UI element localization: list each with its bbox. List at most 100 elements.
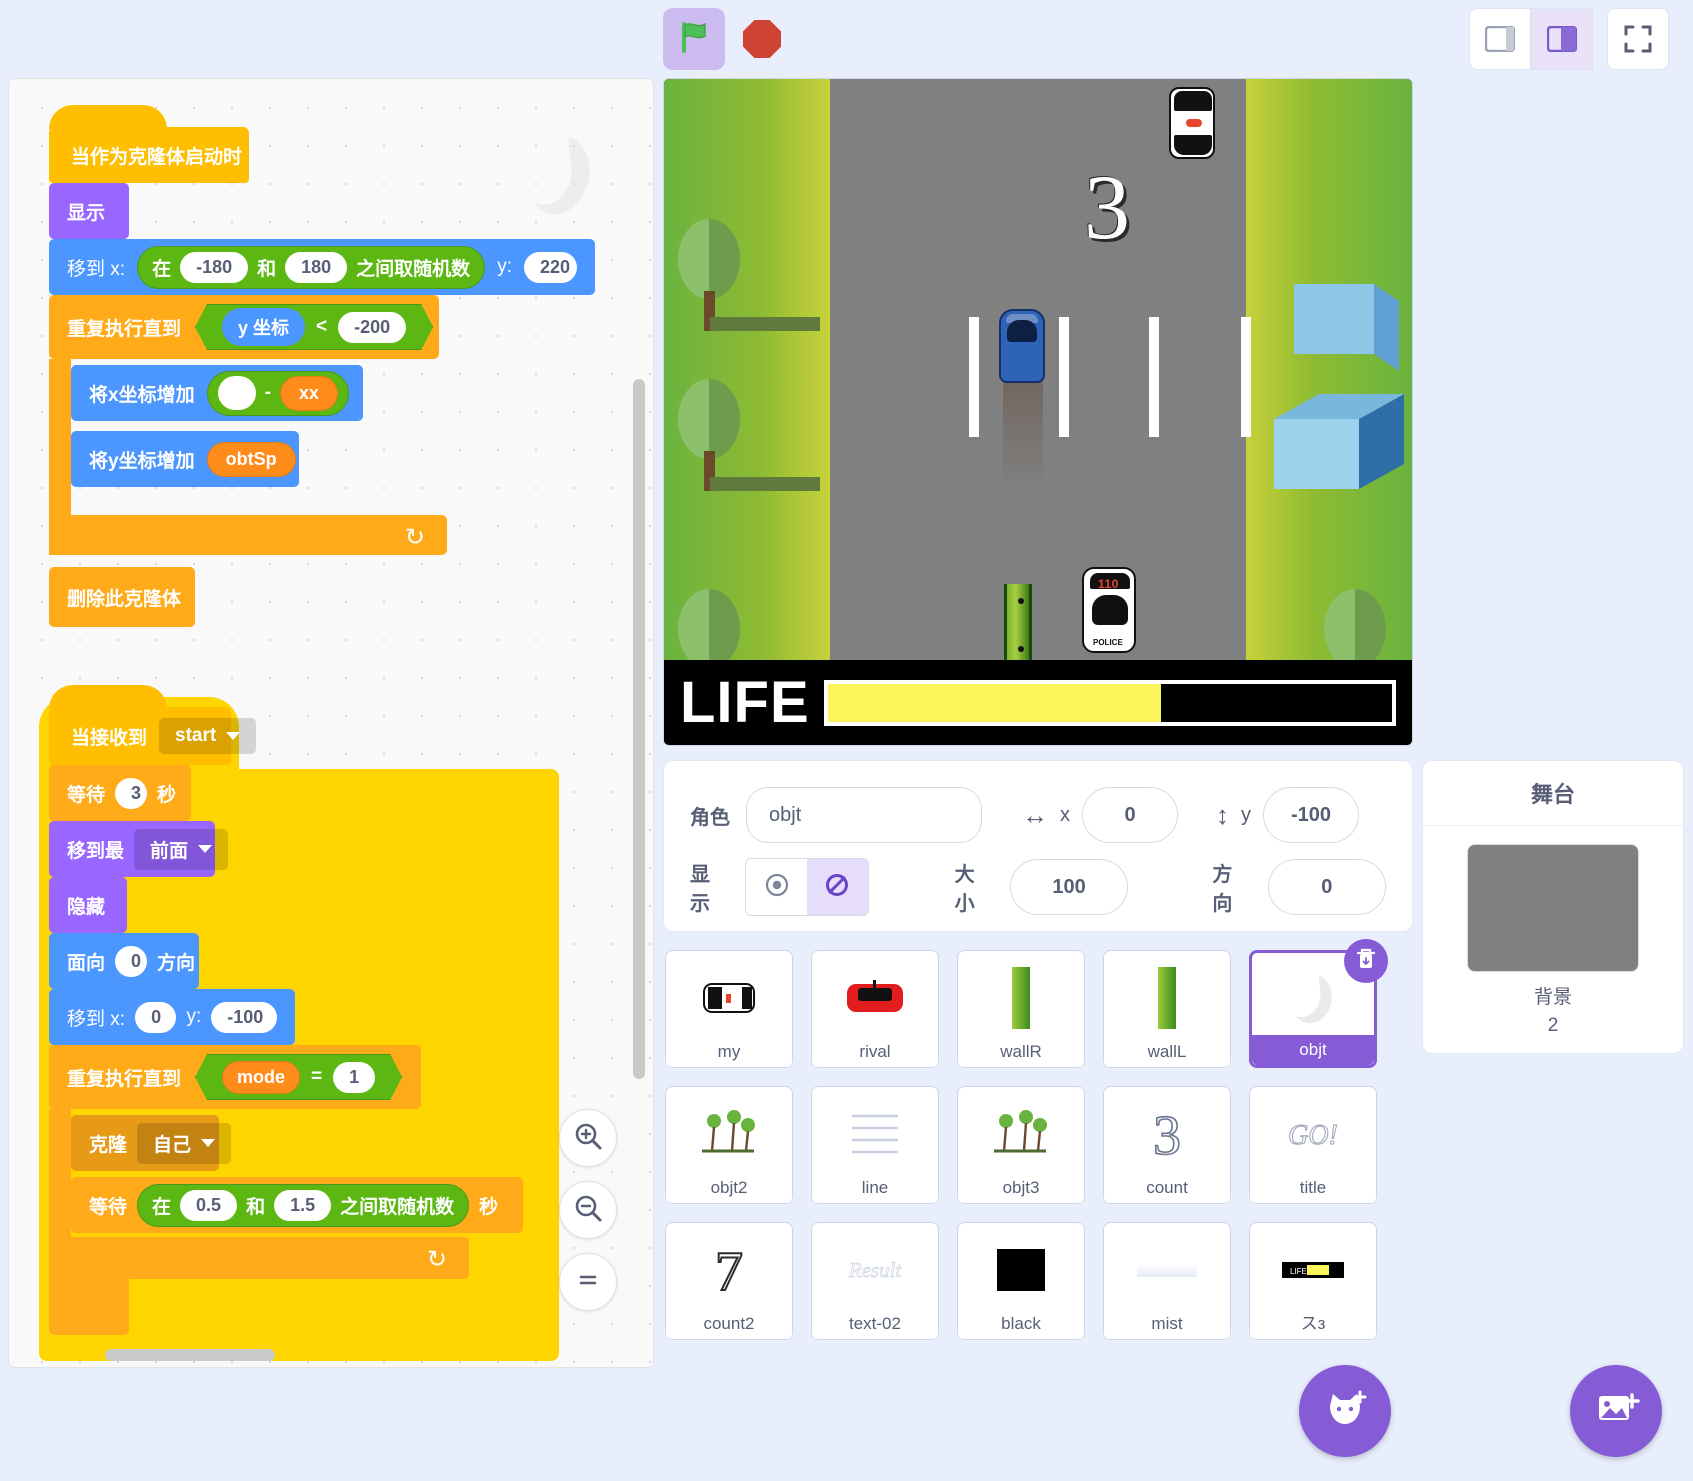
- random-min-input[interactable]: -180: [180, 251, 249, 283]
- sprite-tile-objt[interactable]: objt: [1249, 939, 1388, 1068]
- block-repeat-until-2[interactable]: 重复执行直到 mode = 1: [49, 1045, 421, 1109]
- layer-dropdown[interactable]: 前面: [134, 828, 229, 870]
- block-goto-xy[interactable]: 移到 x: 在 -180 和 180 之间取随机数 y: 220: [49, 239, 595, 295]
- workspace-horizontal-scrollbar[interactable]: [105, 1349, 275, 1361]
- zoom-reset-button[interactable]: [559, 1253, 617, 1311]
- random-suffix: 之间取随机数: [356, 258, 471, 280]
- block-label: 面向: [67, 952, 106, 974]
- sprite-tile-text-02[interactable]: Result text-02: [811, 1222, 939, 1340]
- sprite-name-input[interactable]: objt: [746, 787, 982, 843]
- sprite-tile-line[interactable]: line: [811, 1086, 939, 1204]
- fullscreen-button[interactable]: [1607, 8, 1669, 70]
- operator-pick-random[interactable]: 在 -180 和 180 之间取随机数: [137, 245, 486, 289]
- life-bar: LIFE: [664, 660, 1412, 745]
- random-max-input[interactable]: 180: [285, 251, 348, 283]
- sprite-tile-count2[interactable]: 7 count2: [665, 1222, 793, 1340]
- sprite-tile-wallL[interactable]: wallL: [1103, 950, 1231, 1068]
- sprite-tile-objt2[interactable]: objt2: [665, 1086, 793, 1204]
- sprite-tile-black[interactable]: black: [957, 1222, 1085, 1340]
- block-hide[interactable]: 隐藏: [49, 877, 127, 933]
- sprite-watermark: [515, 129, 605, 229]
- workspace-vertical-scrollbar[interactable]: [633, 379, 645, 1079]
- block-create-clone[interactable]: 克隆 自己: [71, 1115, 232, 1171]
- block-when-i-start-as-clone[interactable]: 当作为克隆体启动时: [49, 105, 249, 183]
- block-repeat-until[interactable]: 重复执行直到 y 坐标 < -200: [49, 295, 439, 359]
- zoom-out-icon: [573, 1193, 603, 1228]
- random-max-input[interactable]: 1.5: [274, 1189, 332, 1221]
- stage-thumbnail[interactable]: [1467, 844, 1639, 972]
- y-input[interactable]: 220: [523, 251, 577, 283]
- sprite-direction-input[interactable]: 0: [1267, 859, 1386, 915]
- sprite-tile-count[interactable]: 3 count: [1103, 1086, 1231, 1204]
- operator-pick-random-2[interactable]: 在 0.5 和 1.5 之间取随机数: [137, 1183, 470, 1227]
- block-change-x-by[interactable]: 将x坐标增加 - xx: [71, 365, 363, 421]
- block-show[interactable]: 显示: [49, 183, 129, 239]
- goto-y-input[interactable]: -100: [211, 1001, 277, 1033]
- zoom-out-button[interactable]: [559, 1181, 617, 1239]
- code-workspace[interactable]: 当作为克隆体启动时 显示 移到 x: 在 -180 和 180 之间取随机数 y…: [8, 78, 654, 1368]
- sprite-tile-rival[interactable]: rival: [811, 950, 939, 1068]
- random-and: 和: [257, 258, 277, 280]
- sprite-tile-wallR[interactable]: wallR: [957, 950, 1085, 1068]
- block-when-i-receive[interactable]: 当接收到 start: [49, 685, 257, 765]
- operator-subtract[interactable]: - xx: [206, 370, 349, 416]
- wait-seconds-input[interactable]: 3: [115, 777, 148, 809]
- block-wait-random-seconds[interactable]: 等待 在 0.5 和 1.5 之间取随机数 秒: [71, 1177, 523, 1233]
- goto-x-input[interactable]: 0: [135, 1001, 177, 1033]
- sprite-thumbnail: [666, 951, 792, 1037]
- add-backdrop-button[interactable]: [1570, 1365, 1662, 1457]
- loop-arrow-icon: ↻: [426, 1246, 447, 1273]
- sprite-tile-objt3[interactable]: objt3: [957, 1086, 1085, 1204]
- variable-mode[interactable]: mode: [222, 1061, 300, 1094]
- sprite-x-input[interactable]: 0: [1082, 787, 1178, 843]
- direction-input[interactable]: 0: [115, 945, 148, 977]
- green-flag-button[interactable]: [663, 8, 725, 70]
- sprite-tile-スз[interactable]: LIFE スз: [1249, 1222, 1377, 1340]
- block-goto-xy-2[interactable]: 移到 x: 0 y: -100: [49, 989, 295, 1045]
- stage-canvas[interactable]: 3 110 POLICE LIFE: [663, 78, 1413, 746]
- clone-target-dropdown[interactable]: 自己: [137, 1122, 232, 1164]
- stage-size-controls: [1469, 8, 1669, 70]
- equals-value-input[interactable]: 1: [333, 1062, 375, 1093]
- stage-card[interactable]: 舞台 背景 2: [1422, 760, 1684, 1054]
- stop-button[interactable]: [731, 8, 793, 70]
- variable-xx[interactable]: xx: [279, 375, 338, 411]
- block-go-to-layer[interactable]: 移到最 前面: [49, 821, 229, 877]
- add-backdrop-image-icon: [1592, 1385, 1640, 1438]
- sprite-name: スз: [1250, 1309, 1376, 1339]
- block-label: 当接收到: [71, 727, 148, 749]
- c-block-wall-2: [49, 1109, 71, 1237]
- add-sprite-button[interactable]: [1299, 1365, 1391, 1457]
- block-delete-this-clone[interactable]: 删除此克隆体: [49, 567, 195, 627]
- sprite-tile-title[interactable]: GO! title: [1249, 1086, 1377, 1204]
- reporter-y-position[interactable]: y 坐标: [222, 308, 305, 346]
- chevron-down-icon: [198, 845, 213, 853]
- message-dropdown[interactable]: start: [159, 718, 257, 754]
- large-stage-button[interactable]: [1531, 8, 1593, 70]
- variable-obtsp[interactable]: obtSp: [206, 441, 296, 477]
- small-stage-button[interactable]: [1469, 8, 1531, 70]
- block-change-y-by[interactable]: 将y坐标增加 obtSp: [71, 431, 299, 487]
- sprite-tile-mist[interactable]: mist: [1103, 1222, 1231, 1340]
- block-wait-seconds[interactable]: 等待 3 秒: [49, 765, 191, 821]
- lt-value-input[interactable]: -200: [338, 312, 406, 343]
- sprite-y-input[interactable]: -100: [1263, 787, 1359, 843]
- sprite-name: count: [1104, 1173, 1230, 1203]
- y-label: y: [1241, 803, 1251, 826]
- hide-sprite-button[interactable]: [806, 859, 868, 915]
- operator-equals[interactable]: mode = 1: [195, 1054, 402, 1100]
- vertical-arrow-icon: ↕: [1216, 799, 1229, 830]
- minus-symbol: -: [264, 382, 271, 403]
- random-min-input[interactable]: 0.5: [180, 1189, 238, 1221]
- subtract-left-input[interactable]: [217, 376, 256, 410]
- fullscreen-icon: [1623, 24, 1653, 54]
- operator-less-than[interactable]: y 坐标 < -200: [195, 304, 433, 350]
- lt-symbol: <: [316, 316, 328, 337]
- block-label: 移到最: [67, 840, 125, 862]
- sprite-size-input[interactable]: 100: [1009, 859, 1129, 915]
- block-point-in-direction[interactable]: 面向 0 方向: [49, 933, 199, 989]
- sprite-tile-my[interactable]: my: [665, 950, 793, 1068]
- delete-sprite-button[interactable]: [1344, 939, 1388, 983]
- zoom-in-button[interactable]: [559, 1109, 617, 1167]
- show-sprite-button[interactable]: [746, 859, 807, 915]
